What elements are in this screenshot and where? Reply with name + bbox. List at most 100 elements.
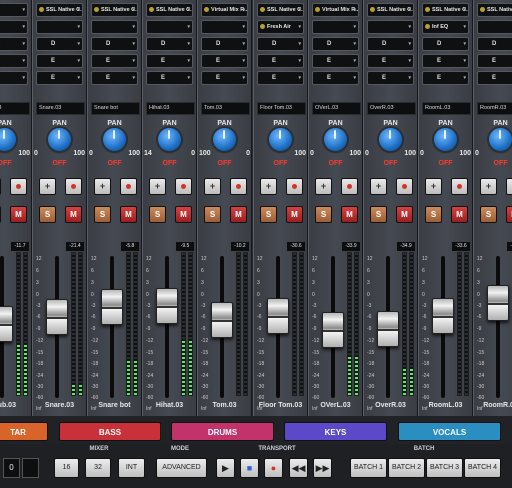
mute-button[interactable]: M — [341, 206, 358, 223]
monitor-button[interactable]: + — [260, 178, 277, 195]
insert-slot[interactable]: E▾ — [422, 54, 469, 68]
volume-fader[interactable] — [322, 312, 344, 349]
automation-off-label[interactable]: OFF — [33, 160, 86, 167]
power-icon[interactable] — [149, 7, 154, 13]
mute-button[interactable]: M — [175, 206, 192, 223]
group-button-bass[interactable]: BASS — [59, 422, 161, 441]
insert-slot[interactable]: ▾ — [367, 20, 414, 34]
insert-slot[interactable]: E▾ — [312, 54, 359, 68]
mixer-32-button[interactable]: 32 — [85, 458, 111, 478]
insert-slot[interactable]: D▾ — [36, 37, 83, 51]
monitor-button[interactable]: + — [39, 178, 56, 195]
insert-slot[interactable]: SSL Native C...▾ — [146, 3, 193, 17]
solo-button[interactable]: S — [315, 206, 332, 223]
volume-fader[interactable] — [487, 284, 509, 321]
insert-slot[interactable]: E▾ — [367, 54, 414, 68]
mixer-int-button[interactable]: INT — [118, 458, 145, 478]
insert-slot[interactable]: E▾ — [91, 54, 138, 68]
insert-slot[interactable]: E▾ — [367, 71, 414, 85]
power-icon[interactable] — [315, 7, 320, 13]
insert-slot[interactable]: E▾ — [146, 54, 193, 68]
record-arm-button[interactable] — [341, 178, 358, 195]
insert-slot[interactable]: E▾ — [201, 71, 248, 85]
insert-slot[interactable]: ▾ — [36, 20, 83, 34]
insert-slot[interactable]: SSL Native C...▾ — [36, 3, 83, 17]
automation-off-label[interactable]: OFF — [309, 160, 362, 167]
pan-knob[interactable] — [489, 128, 512, 151]
power-icon[interactable] — [425, 7, 430, 13]
monitor-button[interactable]: + — [425, 178, 442, 195]
batch-1-button[interactable]: BATCH 1 — [350, 458, 387, 478]
record-arm-button[interactable] — [10, 178, 27, 195]
monitor-button[interactable]: + — [149, 178, 166, 195]
monitor-button[interactable]: + — [0, 178, 1, 195]
insert-slot[interactable]: E▾ — [257, 54, 304, 68]
pan-knob[interactable] — [269, 128, 292, 151]
automation-off-label[interactable]: OFF — [198, 160, 251, 167]
automation-off-label[interactable]: OFF — [88, 160, 141, 167]
power-icon[interactable] — [260, 7, 265, 13]
volume-fader[interactable] — [156, 287, 178, 324]
insert-slot[interactable]: E▾ — [146, 71, 193, 85]
mute-button[interactable]: M — [230, 206, 247, 223]
insert-slot[interactable]: D▾ — [422, 37, 469, 51]
volume-fader[interactable] — [211, 302, 233, 339]
pan-knob[interactable] — [158, 128, 181, 151]
automation-off-label[interactable]: OFF — [143, 160, 196, 167]
record-arm-button[interactable] — [120, 178, 137, 195]
power-icon[interactable] — [260, 24, 265, 30]
insert-slot[interactable]: Fresh Air ▾ — [257, 20, 304, 34]
pan-knob[interactable] — [434, 128, 457, 151]
insert-slot[interactable]: E▾ — [477, 54, 512, 68]
insert-slot[interactable]: E▾ — [257, 71, 304, 85]
insert-slot[interactable]: ▾ — [0, 3, 28, 17]
insert-slot[interactable]: D▾ — [0, 37, 28, 51]
insert-slot[interactable]: SSL Native C...▾ — [257, 3, 304, 17]
insert-slot[interactable]: ▾ — [91, 20, 138, 34]
insert-slot[interactable]: E▾ — [422, 71, 469, 85]
solo-button[interactable]: S — [149, 206, 166, 223]
record-arm-button[interactable] — [451, 178, 468, 195]
volume-fader[interactable] — [46, 298, 68, 335]
record-arm-button[interactable] — [506, 178, 512, 195]
insert-slot[interactable]: Inf EQ ▾ — [422, 20, 469, 34]
power-icon[interactable] — [480, 7, 485, 13]
mute-button[interactable]: M — [286, 206, 303, 223]
play-button[interactable]: ▶ — [216, 458, 235, 478]
insert-slot[interactable]: SSL Native C...▾ — [422, 3, 469, 17]
mute-button[interactable]: M — [120, 206, 137, 223]
pan-knob[interactable] — [324, 128, 347, 151]
insert-slot[interactable]: ▾ — [0, 20, 28, 34]
insert-slot[interactable]: D▾ — [201, 37, 248, 51]
insert-slot[interactable]: E▾ — [477, 71, 512, 85]
insert-slot[interactable]: E▾ — [0, 54, 28, 68]
mixer-16-button[interactable]: 16 — [54, 458, 79, 478]
insert-slot[interactable]: SSL Native C...▾ — [477, 3, 512, 17]
pan-knob[interactable] — [103, 128, 126, 151]
pan-knob[interactable] — [379, 128, 402, 151]
solo-button[interactable]: S — [204, 206, 221, 223]
record-arm-button[interactable] — [396, 178, 413, 195]
solo-button[interactable]: S — [370, 206, 387, 223]
insert-slot[interactable]: ▾ — [146, 20, 193, 34]
stop-button[interactable]: ■ — [240, 458, 259, 478]
pan-knob[interactable] — [213, 128, 236, 151]
rewind-button[interactable]: ◀◀ — [289, 458, 308, 478]
record-arm-button[interactable] — [230, 178, 247, 195]
group-button-tar[interactable]: TAR — [0, 422, 48, 441]
insert-slot[interactable]: ▾ — [201, 20, 248, 34]
monitor-button[interactable]: + — [480, 178, 497, 195]
insert-slot[interactable]: E▾ — [312, 71, 359, 85]
group-button-vocals[interactable]: VOCALS — [398, 422, 501, 441]
fast-forward-button[interactable]: ▶▶ — [313, 458, 332, 478]
batch-3-button[interactable]: BATCH 3 — [426, 458, 463, 478]
insert-slot[interactable]: ▾ — [312, 20, 359, 34]
solo-button[interactable]: S — [425, 206, 442, 223]
group-button-keys[interactable]: KEYS — [284, 422, 387, 441]
power-icon[interactable] — [425, 24, 430, 30]
pan-knob[interactable] — [48, 128, 71, 151]
volume-fader[interactable] — [377, 311, 399, 347]
insert-slot[interactable]: ▾ — [477, 20, 512, 34]
volume-fader[interactable] — [101, 289, 123, 325]
solo-button[interactable]: S — [480, 206, 497, 223]
